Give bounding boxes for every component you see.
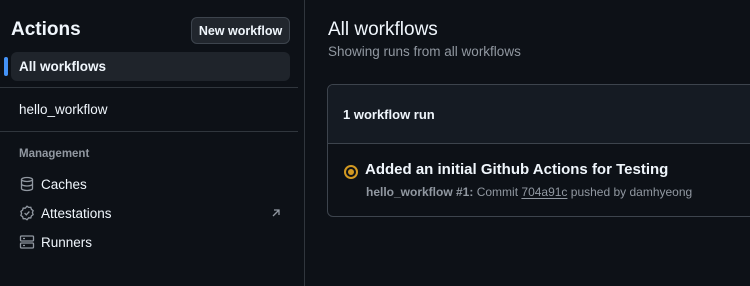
new-workflow-button[interactable]: New workflow [191,17,290,44]
page-title: All workflows [328,19,438,40]
page-subtitle: Showing runs from all workflows [328,44,521,59]
sidebar: Actions New workflow All workflows hello… [0,0,305,286]
workflow-run-row[interactable]: Added an initial Github Actions for Test… [328,144,750,216]
runs-count-header: 1 workflow run [328,85,750,144]
run-meta: hello_workflow #1: Commit 704a91c pushed… [366,185,692,199]
run-title-link[interactable]: Added an initial Github Actions for Test… [365,161,668,178]
sidebar-item-runners[interactable]: Runners [19,232,289,252]
sidebar-item-attestations[interactable]: Attestations [19,203,289,223]
commit-sha-link[interactable]: 704a91c [521,185,567,199]
management-heading: Management [19,148,90,160]
database-icon [19,176,35,192]
workflow-runs-list: 1 workflow run Added an initial Github A… [327,84,750,217]
verified-icon [19,205,35,221]
commit-prefix: Commit [476,185,519,199]
sidebar-divider [0,87,298,88]
sidebar-divider [0,131,298,132]
external-link-icon [269,206,283,220]
sidebar-item-label: All workflows [19,59,107,74]
run-workflow-name: hello_workflow #1: [366,185,474,199]
server-icon [19,234,35,250]
sidebar-item-caches[interactable]: Caches [19,174,289,194]
sidebar-item-label: Runners [41,234,93,250]
pushed-by-text: pushed by damhyeong [570,185,693,199]
sidebar-item-hello-workflow[interactable]: hello_workflow [19,102,108,117]
sidebar-item-label: Attestations [41,205,112,221]
sidebar-item-all-workflows[interactable]: All workflows [4,52,290,81]
sidebar-title: Actions [11,19,81,40]
sidebar-item-label: Caches [41,176,87,192]
in-progress-status-icon [344,165,358,179]
